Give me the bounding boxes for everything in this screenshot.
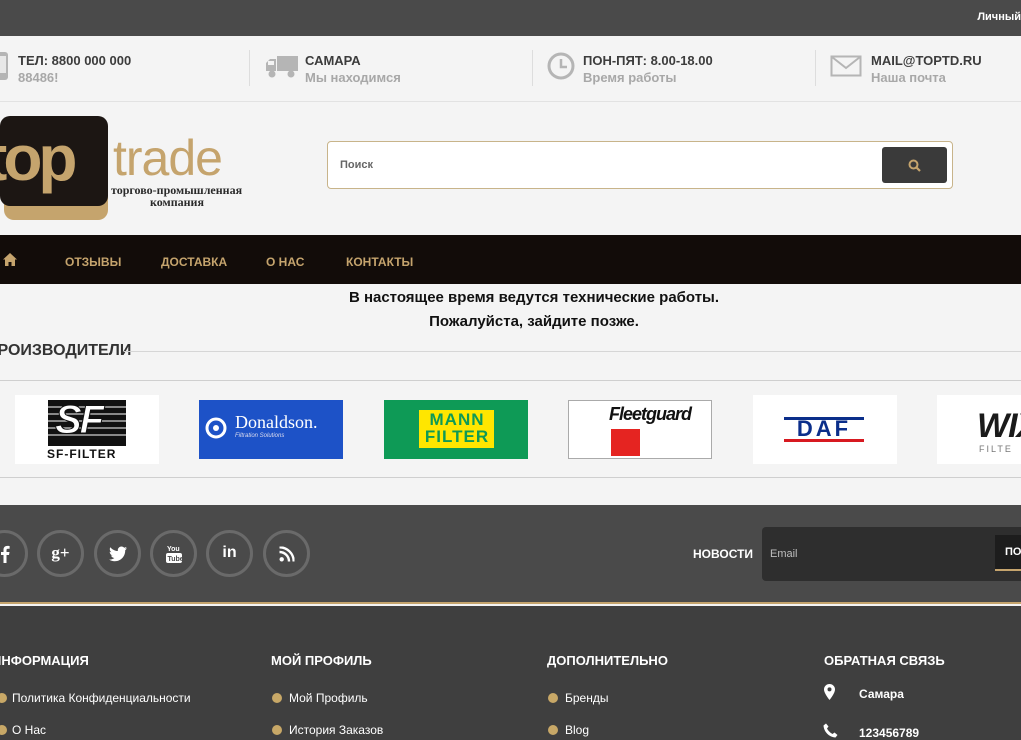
twitter-button[interactable] bbox=[94, 530, 141, 577]
twitter-icon bbox=[108, 546, 127, 561]
search-icon bbox=[908, 159, 921, 172]
footer-link-profile[interactable]: Мой Профиль bbox=[289, 691, 368, 705]
info-hours: ПОН-ПЯТ: 8.00-18.00 Время работы bbox=[545, 36, 805, 102]
contact-info-bar: ТЕЛ: 8800 000 000 88486! САМАРА Мы наход… bbox=[0, 36, 1021, 102]
truck-icon bbox=[266, 56, 298, 78]
newsletter-email-input[interactable] bbox=[770, 545, 990, 563]
maintenance-message-line-2: Пожалуйста, зайдите позже. bbox=[429, 313, 639, 330]
footer-link-order-history[interactable]: История Заказов bbox=[289, 723, 383, 737]
contact-phone: 123456789 bbox=[859, 726, 920, 740]
info-email: MAIL@TOPTD.RU Наша почта bbox=[829, 36, 1021, 102]
map-marker-icon bbox=[824, 684, 835, 700]
svg-text:You: You bbox=[167, 546, 180, 553]
newsletter-label: НОВОСТИ bbox=[693, 547, 754, 561]
youtube-button[interactable]: You Tube bbox=[150, 530, 197, 577]
search-input[interactable] bbox=[340, 152, 870, 178]
linkedin-button[interactable]: in bbox=[206, 530, 253, 577]
google-plus-icon: g+ bbox=[51, 543, 70, 562]
info-location: САМАРА Мы находимся bbox=[262, 36, 522, 102]
top-bar: Личный bbox=[0, 0, 1021, 36]
facebook-button[interactable] bbox=[0, 530, 28, 577]
fleetguard-red-square bbox=[611, 429, 640, 456]
brand-mann-filter[interactable]: MANN FILTER bbox=[384, 400, 528, 459]
nav-item-contacts[interactable]: КОНТАКТЫ bbox=[346, 255, 413, 269]
brand-daf[interactable]: DAF bbox=[753, 395, 897, 464]
footer-link-brands[interactable]: Бренды bbox=[565, 691, 608, 705]
search-button[interactable] bbox=[882, 147, 947, 183]
main-nav: ОТЗЫВЫ ДОСТАВКА О НАС КОНТАКТЫ bbox=[0, 235, 1021, 284]
footer-links: ИНФОРМАЦИЯ Политика Конфиденциальности О… bbox=[0, 606, 1021, 740]
youtube-icon: You Tube bbox=[165, 546, 183, 563]
logo-tagline-2: компания bbox=[150, 195, 204, 209]
site-logo[interactable]: top trade торгово-промышленная компания bbox=[0, 116, 255, 224]
donaldson-mark-icon bbox=[205, 417, 227, 439]
footer-link-blog[interactable]: Blog bbox=[565, 723, 589, 737]
rss-button[interactable] bbox=[263, 530, 310, 577]
subscribe-button[interactable]: ПОД bbox=[995, 535, 1021, 571]
brand-wix[interactable]: WIX FILTE bbox=[937, 395, 1021, 464]
manufacturers-title: ПРОИЗВОДИТЕЛИ bbox=[0, 342, 132, 359]
brand-fleetguard[interactable]: Fleetguard bbox=[568, 400, 712, 459]
rss-icon bbox=[279, 546, 294, 561]
facebook-icon bbox=[0, 545, 10, 563]
brand-donaldson[interactable]: Donaldson. Filtration Solutions bbox=[199, 400, 343, 459]
title-divider bbox=[124, 351, 1021, 352]
footer-link-about[interactable]: О Нас bbox=[12, 723, 46, 737]
linkedin-icon: in bbox=[222, 544, 237, 561]
contact-city: Самара bbox=[859, 687, 904, 701]
footer-link-privacy[interactable]: Политика Конфиденциальности bbox=[12, 691, 191, 705]
footer-col-feedback-title: ОБРАТНАЯ СВЯЗЬ bbox=[824, 653, 945, 668]
info-phone: ТЕЛ: 8800 000 000 88486! bbox=[0, 36, 240, 102]
logo-text-trade: trade bbox=[113, 130, 223, 186]
home-icon[interactable] bbox=[3, 253, 17, 266]
footer-col-info-title: ИНФОРМАЦИЯ bbox=[0, 653, 89, 668]
account-link[interactable]: Личный bbox=[977, 11, 1021, 23]
footer-col-extra-title: ДОПОЛНИТЕЛЬНО bbox=[547, 653, 668, 668]
footer-col-profile-title: МОЙ ПРОФИЛЬ bbox=[271, 653, 372, 668]
phone-icon bbox=[0, 52, 8, 80]
site-header: top trade торгово-промышленная компания bbox=[0, 102, 1021, 235]
newsletter-form: ПОД bbox=[762, 527, 1021, 581]
google-plus-button[interactable]: g+ bbox=[37, 530, 84, 577]
clock-icon bbox=[547, 52, 575, 80]
maintenance-message-line-1: В настоящее время ведутся технические ра… bbox=[348, 289, 720, 306]
nav-item-about[interactable]: О НАС bbox=[266, 255, 304, 269]
brand-sf-filter[interactable]: SF SF-FILTER bbox=[15, 395, 159, 464]
logo-text-top: top bbox=[0, 122, 77, 194]
svg-text:Tube: Tube bbox=[167, 556, 183, 563]
phone-icon bbox=[823, 723, 838, 738]
envelope-icon bbox=[830, 55, 862, 77]
search-box bbox=[327, 141, 953, 189]
footer-social-bar: g+ You Tube in НОВОСТИ ПОД bbox=[0, 505, 1021, 604]
nav-item-delivery[interactable]: ДОСТАВКА bbox=[161, 255, 227, 269]
nav-item-reviews[interactable]: ОТЗЫВЫ bbox=[65, 255, 121, 269]
